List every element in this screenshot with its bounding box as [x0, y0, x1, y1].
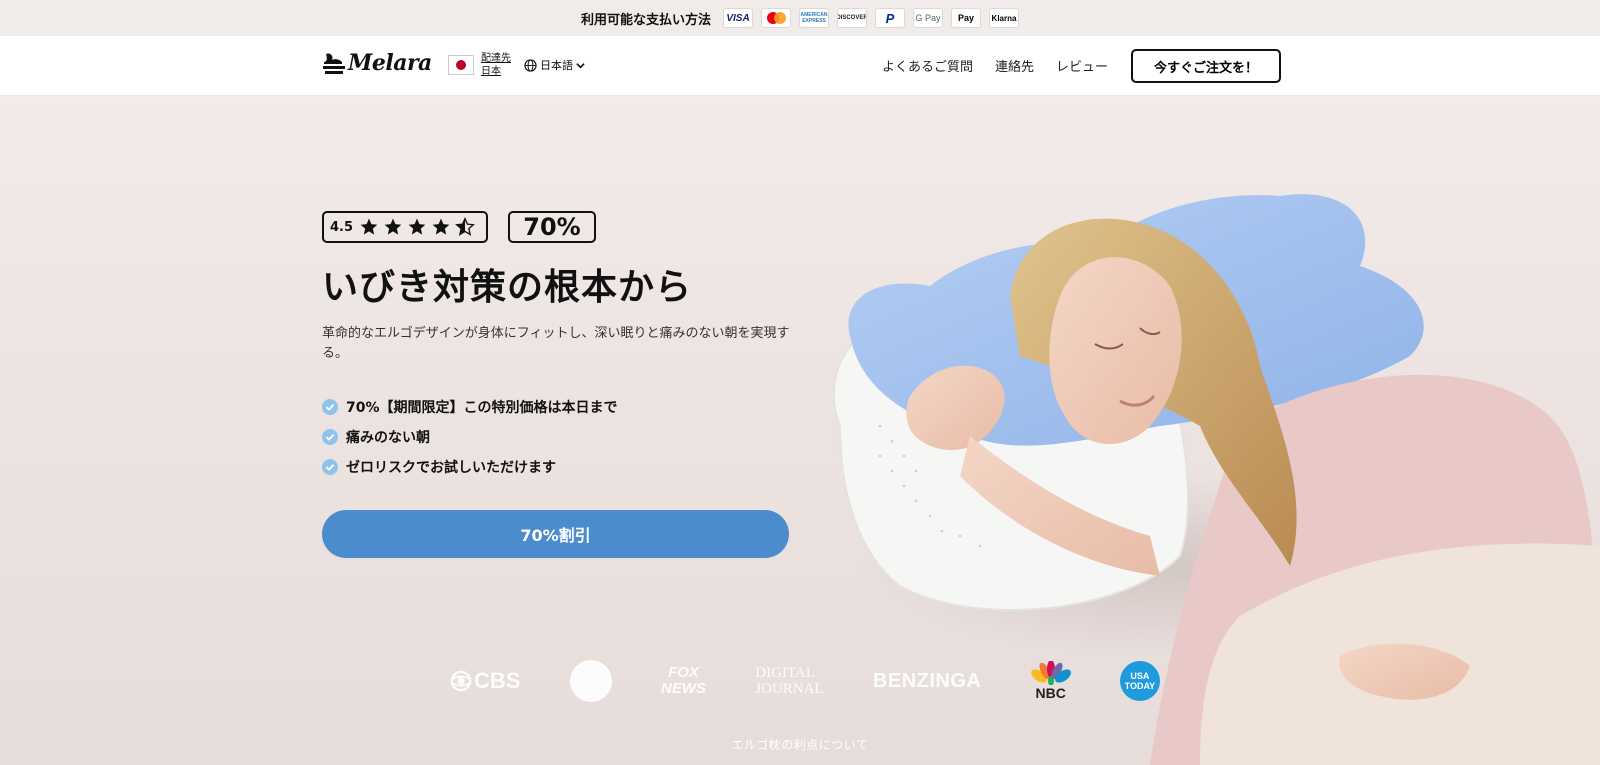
brand-logo[interactable]: Melara: [322, 50, 432, 76]
nbc-text: NBC: [1035, 685, 1066, 701]
fox-line2: NEWS: [661, 680, 707, 697]
rating-value: 4.5: [330, 219, 354, 235]
dj-line2: JOURNAL: [755, 681, 824, 697]
hero-badges: 4.5 70%: [322, 211, 596, 243]
star-icon: [432, 218, 450, 235]
check-circle-icon: [322, 459, 338, 475]
paypal-icon: P: [875, 8, 905, 28]
order-now-button[interactable]: 今すぐご注文を！: [1131, 49, 1281, 83]
klarna-icon: Klarna: [989, 8, 1019, 28]
ship-to-line2: 日本: [481, 66, 501, 77]
digital-journal-logo: DIGITAL JOURNAL: [755, 665, 823, 697]
fox-line1: FOX: [668, 664, 699, 681]
chevron-down-icon: [576, 62, 585, 68]
check-circle-icon: [322, 429, 338, 445]
usa-today-logo: USA TODAY: [1119, 661, 1160, 701]
star-icon: [384, 218, 402, 235]
fox-news-logo: FOX NEWS: [661, 665, 706, 697]
half-star-icon: [455, 217, 475, 236]
cbs-eye-icon: [450, 670, 472, 692]
usa-line2: TODAY: [1124, 681, 1156, 691]
hero-subtitle: 革命的なエルゴデザインが身体にフィットし、深い眠りと痛みのない朝を実現する。: [322, 326, 790, 361]
main-nav: よくあるご質問 連絡先 レビュー: [882, 56, 1108, 75]
benefit-item: ゼロリスクでお試しいただけます: [322, 452, 618, 482]
about-ergo-pillow-link[interactable]: エルゴ枕の利点について: [0, 736, 1600, 753]
press-logos: CBS abc FOX NEWS DIGITAL JOURNAL BENZING…: [450, 656, 1160, 706]
benefit-text: 痛みのない朝: [346, 430, 430, 446]
japan-flag-icon: [448, 55, 474, 75]
benefit-list: 70%【期間限定】この特別価格は本日まで 痛みのない朝 ゼロリスクでお試しいただ…: [322, 392, 618, 482]
check-circle-icon: [322, 399, 338, 415]
star-icon: [360, 218, 378, 235]
star-icon: [408, 218, 426, 235]
language-label: 日本語: [540, 59, 573, 72]
nbc-peacock-icon: [1030, 661, 1071, 685]
ship-to-selector[interactable]: 配達先 日本: [448, 52, 511, 78]
hero-section: 4.5 70% いびき対策の根本から 革命的なエルゴデザインが身体にフィットし、…: [0, 96, 1600, 765]
benefit-text: ゼロリスクでお試しいただけます: [346, 460, 556, 476]
discount-badge: 70%: [508, 211, 596, 243]
nav-link-faq[interactable]: よくあるご質問: [882, 56, 973, 75]
globe-icon: [524, 58, 537, 72]
nav-link-reviews[interactable]: レビュー: [1056, 56, 1108, 75]
logo-wordmark: Melara: [348, 50, 432, 76]
usa-line1: USA: [1130, 671, 1150, 681]
benefit-item: 70%【期間限定】この特別価格は本日まで: [322, 392, 618, 422]
nbc-logo: NBC: [1030, 661, 1071, 701]
nav-link-contact[interactable]: 連絡先: [995, 56, 1034, 75]
benefit-item: 痛みのない朝: [322, 422, 618, 452]
discount-cta-button[interactable]: 70%割引: [322, 510, 789, 558]
rating-badge: 4.5: [322, 211, 488, 243]
hero-title: いびき対策の根本から: [322, 267, 693, 308]
site-header: Melara 配達先 日本 日本語 よくあるご質問 連絡先 レビュー 今すぐご注…: [0, 36, 1600, 96]
payment-methods-bar: 利用可能な支払い方法 VISA AMERICAN EXPRESS DISCOVE…: [0, 0, 1600, 36]
cbs-text: CBS: [474, 668, 521, 693]
mastercard-icon: [761, 8, 791, 28]
discover-icon: DISCOVER: [837, 8, 867, 28]
visa-icon: VISA: [723, 8, 753, 28]
apple-pay-icon: Pay: [951, 8, 981, 28]
cbs-logo: CBS: [450, 668, 520, 694]
logo-icon: [323, 53, 345, 74]
language-selector[interactable]: 日本語: [524, 57, 585, 73]
benzinga-logo: BENZINGA: [872, 669, 982, 692]
ship-to-line1: 配達先: [481, 53, 511, 64]
dj-line1: DIGITAL: [755, 665, 815, 681]
benefit-text: 70%【期間限定】この特別価格は本日まで: [346, 400, 618, 416]
amex-icon: AMERICAN EXPRESS: [799, 8, 829, 28]
ship-to-label: 配達先 日本: [481, 52, 511, 78]
abc-logo: abc: [569, 660, 612, 702]
payment-methods-title: 利用可能な支払い方法: [580, 12, 711, 28]
google-pay-icon: G Pay: [913, 8, 943, 28]
